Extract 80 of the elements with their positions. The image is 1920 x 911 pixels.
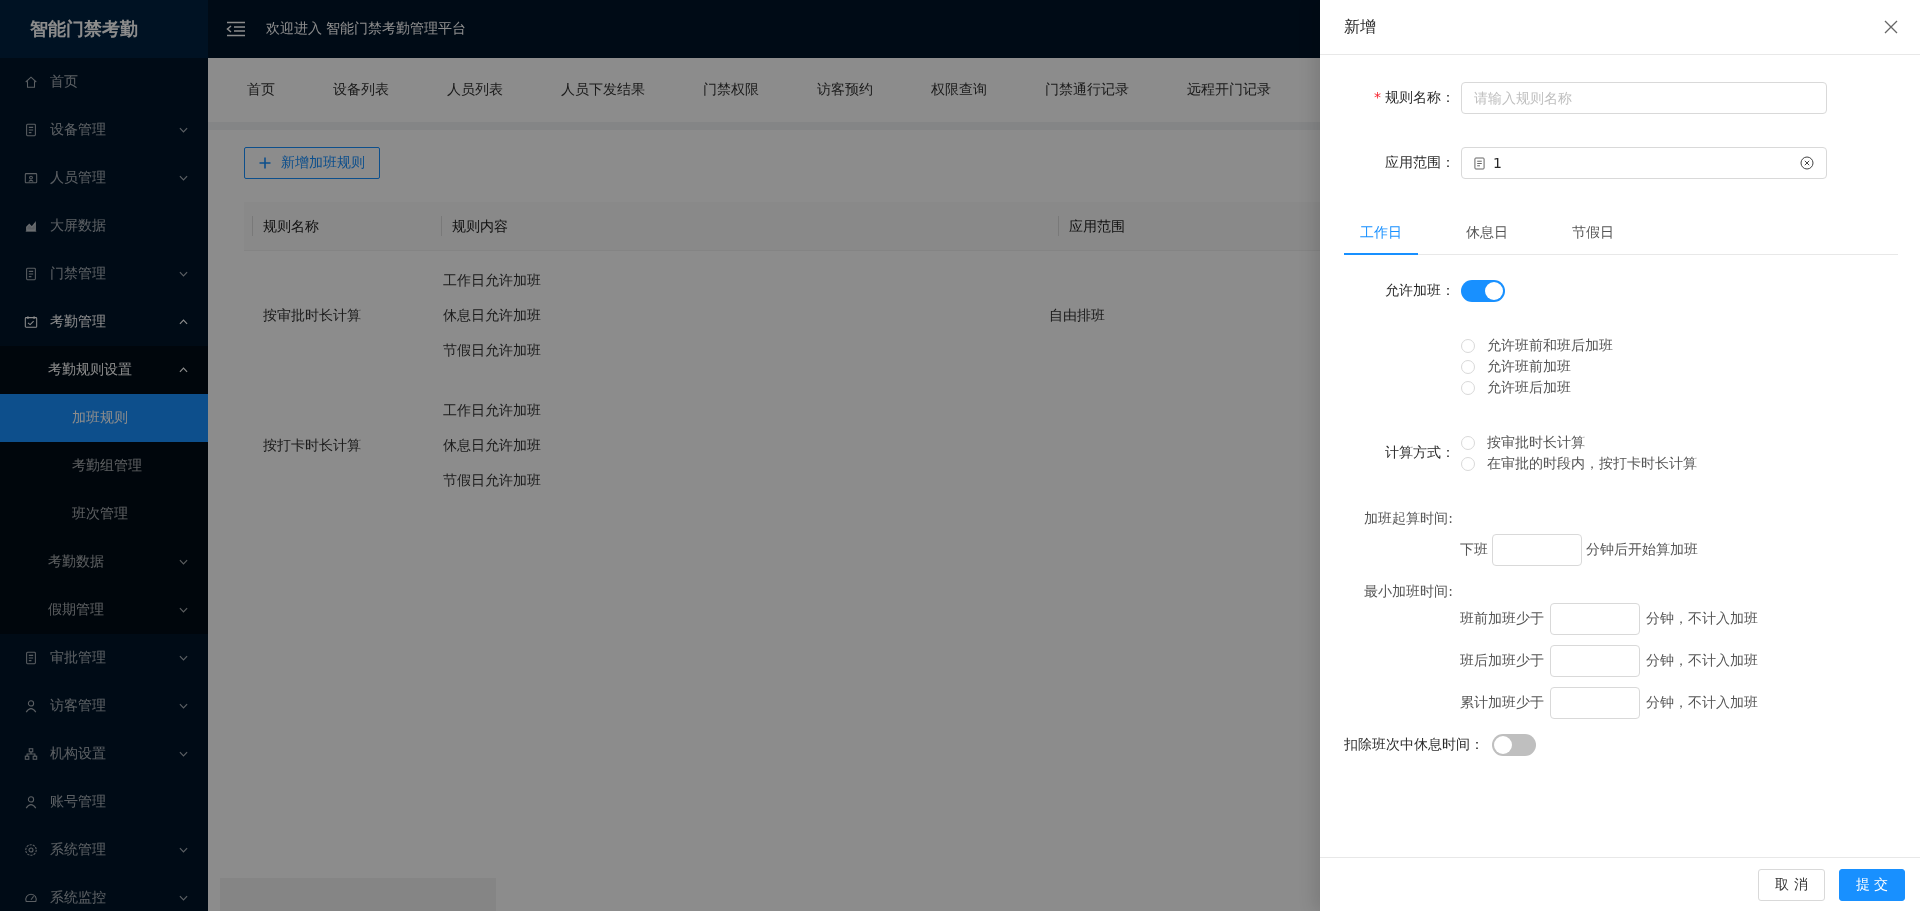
drawer-title: 新增 — [1344, 16, 1376, 38]
field-prefix: 班前加班少于 — [1460, 610, 1544, 628]
toggle-switch[interactable] — [1461, 280, 1505, 302]
page-tab[interactable]: 人员下发结果 — [532, 81, 674, 99]
radio-option[interactable]: 按审批时长计算 — [1461, 432, 1697, 453]
radio-option[interactable]: 在审批的时段内，按打卡时长计算 — [1461, 453, 1697, 474]
field-prefix: 累计加班少于 — [1460, 694, 1544, 712]
menu-item[interactable]: 人员管理 — [0, 154, 208, 202]
field-suffix: 分钟，不计入加班 — [1646, 652, 1758, 670]
page-tab[interactable]: 人员列表 — [418, 81, 532, 99]
menu-item[interactable]: 系统监控 — [0, 874, 208, 911]
submit-button[interactable]: 提 交 — [1838, 868, 1905, 901]
calendar-icon — [24, 315, 38, 329]
page-tab[interactable]: 门禁权限 — [674, 81, 788, 99]
table-cell-text: 节假日允许加班 — [443, 472, 542, 490]
day-tab[interactable]: 工作日 — [1344, 212, 1418, 255]
menu-item[interactable]: 考勤组管理 — [0, 442, 208, 490]
table-cell-text: 工作日允许加班 — [443, 272, 542, 290]
page-tab[interactable]: 设备列表 — [304, 81, 418, 99]
page-tab[interactable]: 权限查询 — [902, 81, 1016, 99]
column-header: 规则内容 — [441, 216, 1058, 236]
menu-item[interactable]: 考勤数据 — [0, 538, 208, 586]
close-icon[interactable] — [1884, 20, 1898, 34]
table-cell-text: 工作日允许加班 — [443, 402, 542, 420]
field-suffix: 分钟，不计入加班 — [1646, 694, 1758, 712]
radio-option[interactable]: 允许班前加班 — [1461, 356, 1898, 377]
toggle-switch[interactable] — [1492, 734, 1536, 756]
menu-item[interactable]: 设备管理 — [0, 106, 208, 154]
radio-option[interactable]: 允许班后加班 — [1461, 377, 1898, 398]
menu-item[interactable]: 首页 — [0, 58, 208, 106]
table-cell-text: 按打卡时长计算 — [262, 437, 362, 455]
menu-item[interactable]: 门禁管理 — [0, 250, 208, 298]
minutes-field[interactable] — [1550, 687, 1640, 719]
radio-option[interactable]: 允许班前和班后加班 — [1461, 335, 1898, 356]
field-prefix: 班后加班少于 — [1460, 652, 1544, 670]
rule-name-field[interactable]: 请输入规则名称 — [1461, 82, 1827, 114]
menu-item[interactable]: 假期管理 — [0, 586, 208, 634]
welcome-text: 欢迎进入 智能门禁考勤管理平台 — [266, 20, 467, 38]
page-tab[interactable]: 门禁通行记录 — [1016, 81, 1158, 99]
menu-item[interactable]: 考勤管理 — [0, 298, 208, 346]
minutes-field[interactable] — [1550, 603, 1640, 635]
table-cell-text: 按审批时长计算 — [262, 307, 362, 325]
field-label: 应用范围： — [1384, 154, 1456, 172]
field-suffix: 分钟后开始算加班 — [1586, 541, 1698, 559]
menu-item[interactable]: 班次管理 — [0, 490, 208, 538]
plus-icon — [259, 157, 271, 169]
table-cell-text: 节假日允许加班 — [443, 342, 542, 360]
field-label: 最小加班时间: — [1363, 582, 1453, 601]
menu-item[interactable]: 考勤规则设置 — [0, 346, 208, 394]
cancel-button[interactable]: 取 消 — [1758, 868, 1825, 901]
menu-item[interactable]: 访客管理 — [0, 682, 208, 730]
day-tab[interactable]: 休息日 — [1450, 212, 1524, 255]
page-tab[interactable]: 远程开门记录 — [1158, 81, 1300, 99]
field-label: 计算方式： — [1384, 444, 1456, 462]
column-header: 规则名称 — [252, 216, 441, 236]
field-suffix: 分钟，不计入加班 — [1646, 610, 1758, 628]
menu-icon[interactable] — [226, 21, 246, 37]
clear-icon[interactable] — [1800, 156, 1814, 170]
scope-field[interactable]: 1 — [1461, 147, 1827, 179]
minutes-field[interactable] — [1492, 534, 1582, 566]
field-label: 允许加班： — [1384, 282, 1456, 300]
menu-item[interactable]: 大屏数据 — [0, 202, 208, 250]
table-cell-text: 自由排班 — [1048, 307, 1105, 325]
minutes-field[interactable] — [1550, 645, 1640, 677]
menu-item[interactable]: 系统管理 — [0, 826, 208, 874]
column-header: 应用范围 — [1058, 216, 1125, 236]
day-tab[interactable]: 节假日 — [1556, 212, 1630, 255]
field-label: 扣除班次中休息时间： — [1344, 736, 1484, 754]
page-tab[interactable]: 首页 — [218, 81, 304, 99]
field-prefix: 下班 — [1460, 541, 1488, 559]
table-cell-text: 休息日允许加班 — [443, 307, 542, 325]
field-label: 加班起算时间: — [1363, 509, 1453, 528]
menu-item[interactable]: 审批管理 — [0, 634, 208, 682]
app-title: 智能门禁考勤 — [0, 0, 208, 58]
menu-item[interactable]: 账号管理 — [0, 778, 208, 826]
page-tab[interactable]: 访客预约 — [788, 81, 902, 99]
field-label: * 规则名称： — [1373, 89, 1456, 107]
document-icon — [1474, 156, 1485, 170]
table-cell-text: 休息日允许加班 — [443, 437, 542, 455]
menu-item[interactable]: 机构设置 — [0, 730, 208, 778]
